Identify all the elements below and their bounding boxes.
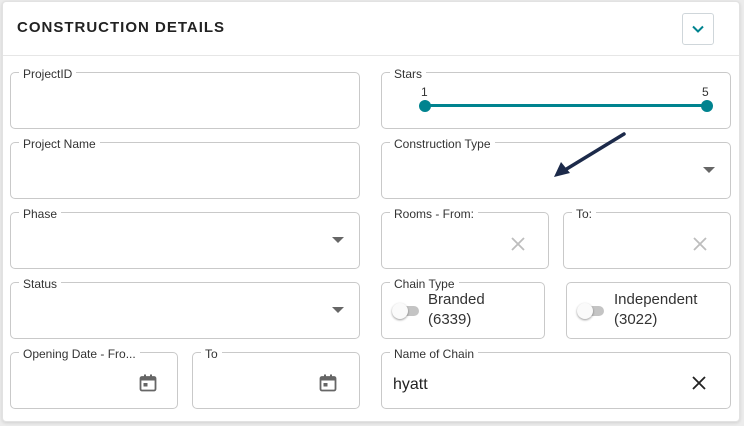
project-id-field[interactable]: ProjectID xyxy=(10,68,360,129)
opening-date-from-field[interactable]: Opening Date - Fro... xyxy=(10,348,178,409)
construction-type-label: Construction Type xyxy=(390,138,495,150)
name-of-chain-field[interactable]: Name of Chain hyatt xyxy=(381,348,731,409)
stars-slider-track[interactable] xyxy=(425,104,707,107)
panel-header: CONSTRUCTION DETAILS xyxy=(3,2,739,56)
dropdown-arrow-icon xyxy=(703,167,715,173)
chain-type-label: Chain Type xyxy=(390,278,459,290)
panel-title: CONSTRUCTION DETAILS xyxy=(17,19,226,36)
rooms-from-field[interactable]: Rooms - From: xyxy=(381,208,549,269)
construction-details-panel: CONSTRUCTION DETAILS ProjectID Project N… xyxy=(2,1,740,422)
annotation-arrow-icon xyxy=(554,132,626,177)
independent-label: Independent xyxy=(614,291,698,308)
branded-toggle[interactable] xyxy=(392,303,421,319)
independent-toggle[interactable] xyxy=(577,303,606,319)
dropdown-arrow-icon xyxy=(332,307,344,313)
collapse-button[interactable] xyxy=(682,13,714,45)
project-name-label: Project Name xyxy=(19,138,100,150)
stars-min-handle[interactable] xyxy=(419,100,431,112)
branded-label: Branded xyxy=(428,291,485,308)
clear-icon[interactable] xyxy=(510,236,526,252)
name-of-chain-value[interactable]: hyatt xyxy=(393,376,428,394)
phase-label: Phase xyxy=(19,208,62,220)
name-of-chain-label: Name of Chain xyxy=(390,348,479,360)
dropdown-arrow-icon xyxy=(332,237,344,243)
chevron-down-icon xyxy=(692,25,704,33)
opening-date-to-field[interactable]: To xyxy=(192,348,360,409)
rooms-to-field[interactable]: To: xyxy=(563,208,731,269)
clear-icon[interactable] xyxy=(692,236,708,252)
clear-icon[interactable] xyxy=(691,375,707,391)
branded-toggle-thumb xyxy=(392,303,408,319)
rooms-to-label: To: xyxy=(572,208,597,220)
status-select[interactable]: Status xyxy=(10,278,360,339)
stars-label: Stars xyxy=(390,68,427,80)
stars-max-handle[interactable] xyxy=(701,100,713,112)
phase-select[interactable]: Phase xyxy=(10,208,360,269)
project-id-label: ProjectID xyxy=(19,68,77,80)
independent-count: (3022) xyxy=(614,311,658,328)
chain-type-independent-box: Independent (3022) xyxy=(566,282,731,339)
calendar-icon[interactable] xyxy=(318,373,338,393)
project-name-field[interactable]: Project Name xyxy=(10,138,360,199)
stars-slider-field: Stars 1 5 xyxy=(381,68,731,129)
rooms-from-label: Rooms - From: xyxy=(390,208,479,220)
branded-count: (6339) xyxy=(428,311,472,328)
independent-toggle-thumb xyxy=(577,303,593,319)
stars-max-label: 5 xyxy=(702,85,709,99)
opening-date-to-label: To xyxy=(201,348,222,360)
stars-min-label: 1 xyxy=(421,85,428,99)
chain-type-branded-box: Chain Type Branded (6339) xyxy=(381,278,545,339)
status-label: Status xyxy=(19,278,62,290)
opening-date-from-label: Opening Date - Fro... xyxy=(19,348,140,360)
calendar-icon[interactable] xyxy=(138,373,158,393)
